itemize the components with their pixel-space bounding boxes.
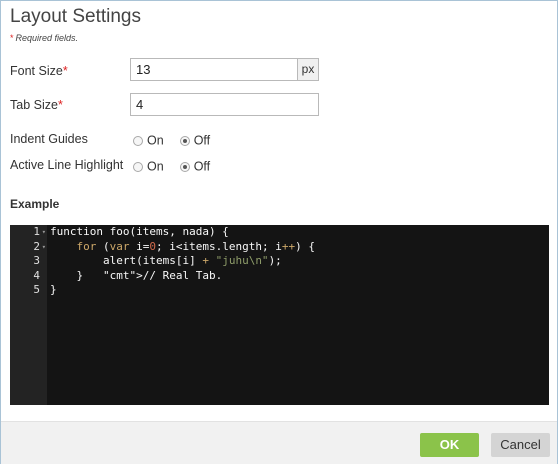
- line-number: 5: [33, 283, 40, 296]
- required-star: *: [57, 98, 63, 112]
- required-star: *: [62, 64, 68, 78]
- active-line-off-option[interactable]: Off: [179, 159, 211, 174]
- option-label: Off: [193, 133, 211, 148]
- option-label: On: [147, 159, 164, 174]
- active-line-highlight-radio-group: On Off: [133, 159, 226, 174]
- font-size-unit: px: [297, 58, 319, 81]
- code-editor-preview[interactable]: 1 ▾ 2 ▾ 3 4 5 function foo(items, nada) { …: [10, 225, 549, 405]
- dialog-title: Layout Settings: [10, 6, 141, 27]
- layout-settings-dialog: Layout Settings * Required fields. Font S…: [0, 0, 558, 464]
- radio-button[interactable]: [133, 161, 143, 172]
- ok-button[interactable]: OK: [420, 433, 479, 457]
- indent-guides-label: Indent Guides: [10, 132, 88, 146]
- radio-button-checked[interactable]: [179, 161, 190, 172]
- line-number: 3: [33, 254, 40, 267]
- indent-guides-on-option[interactable]: On: [133, 133, 164, 148]
- code-line: }: [50, 283, 57, 296]
- fold-arrow-icon[interactable]: ▾: [42, 240, 46, 255]
- required-star: *: [10, 33, 14, 43]
- line-number: 1 ▾: [33, 225, 46, 240]
- font-size-label: Font Size*: [10, 64, 68, 78]
- code-line: for (var i=0; i<items.length; i++) {: [76, 239, 315, 253]
- line-number: 4: [33, 268, 40, 282]
- indent-guides-off-option[interactable]: Off: [179, 133, 211, 148]
- example-heading: Example: [10, 197, 60, 211]
- code-line: } "cmt">// Real Tab.: [50, 268, 223, 282]
- option-label: Off: [193, 159, 211, 174]
- active-line-on-option[interactable]: On: [133, 159, 164, 174]
- tab-size-input[interactable]: 4: [130, 93, 319, 116]
- editor-gutter: 1 ▾ 2 ▾ 3 4 5: [10, 225, 47, 405]
- cancel-button[interactable]: Cancel: [491, 433, 550, 457]
- tab-size-label: Tab Size*: [10, 98, 63, 112]
- font-size-label-text: Font Size: [10, 64, 63, 78]
- font-size-input[interactable]: 13: [130, 58, 298, 81]
- fold-arrow-icon[interactable]: ▾: [42, 225, 46, 240]
- required-note-text: Required fields.: [15, 33, 79, 43]
- option-label: On: [147, 133, 164, 148]
- radio-button-checked[interactable]: [179, 135, 190, 146]
- code-line: alert(items[i] + "juhu\n");: [50, 254, 282, 267]
- indent-guides-radio-group: On Off: [133, 133, 226, 148]
- radio-button[interactable]: [133, 135, 143, 146]
- editor-code: function foo(items, nada) { for (var i=0…: [50, 225, 315, 298]
- tab-size-label-text: Tab Size: [10, 98, 58, 112]
- code-line: function foo(items, nada) {: [50, 225, 229, 238]
- line-number: 2 ▾: [33, 239, 46, 255]
- active-line-highlight-label: Active Line Highlight: [10, 158, 124, 172]
- required-fields-note: * Required fields.: [10, 33, 78, 43]
- dialog-footer: OK Cancel: [1, 421, 557, 464]
